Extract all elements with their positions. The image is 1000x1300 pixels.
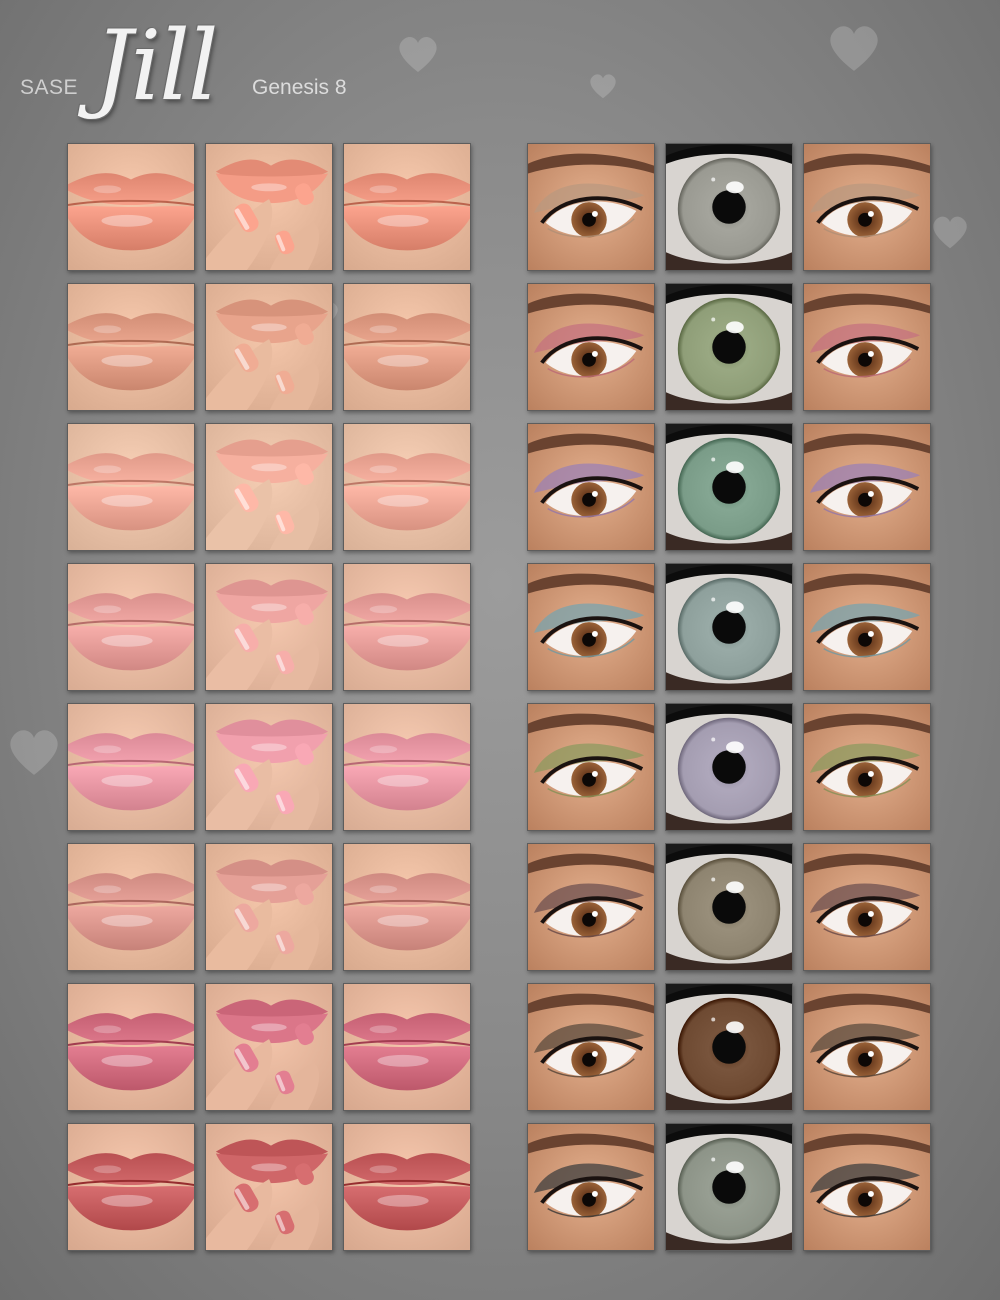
eye-makeup-swatch-tile (803, 703, 931, 831)
lip-nail-swatch-tile (205, 1123, 333, 1251)
lip-nail-swatch-tile (205, 423, 333, 551)
eye-swatch-grid (527, 143, 931, 1251)
lip-swatch-tile (343, 143, 471, 271)
lip-swatch-tile (343, 283, 471, 411)
lip-nail-swatch-tile (205, 143, 333, 271)
eye-makeup-swatch-tile (803, 423, 931, 551)
eye-makeup-swatch-tile (803, 1123, 931, 1251)
lip-swatch-tile (343, 423, 471, 551)
eye-makeup-swatch-tile (527, 143, 655, 271)
heart-icon (590, 74, 616, 99)
lip-swatch-tile (67, 283, 195, 411)
eye-makeup-swatch-tile (527, 983, 655, 1111)
iris-swatch-tile (665, 143, 793, 271)
eye-makeup-swatch-tile (527, 283, 655, 411)
lip-swatch-tile (67, 143, 195, 271)
lip-swatch-tile (343, 843, 471, 971)
heart-icon (933, 216, 967, 249)
iris-swatch-tile (665, 423, 793, 551)
heart-icon (830, 26, 878, 71)
lip-nail-swatch-tile (205, 703, 333, 831)
heart-icon (10, 730, 58, 775)
eye-makeup-swatch-tile (803, 983, 931, 1111)
iris-swatch-tile (665, 843, 793, 971)
lip-swatch-tile (343, 703, 471, 831)
lip-swatch-tile (67, 423, 195, 551)
lip-swatch-tile (343, 1123, 471, 1251)
eye-makeup-swatch-tile (803, 143, 931, 271)
eye-makeup-swatch-tile (527, 703, 655, 831)
lip-nail-swatch-tile (205, 283, 333, 411)
lip-swatch-tile (343, 563, 471, 691)
eye-makeup-swatch-tile (803, 563, 931, 691)
lip-swatch-tile (343, 983, 471, 1111)
product-title: SASE Jill Genesis 8 (20, 10, 540, 154)
iris-swatch-tile (665, 1123, 793, 1251)
eye-makeup-swatch-tile (527, 1123, 655, 1251)
eye-makeup-swatch-tile (527, 843, 655, 971)
product-name: Jill (94, 10, 219, 122)
lip-swatch-grid (67, 143, 471, 1251)
eye-makeup-swatch-tile (527, 563, 655, 691)
iris-swatch-tile (665, 703, 793, 831)
lip-swatch-tile (67, 563, 195, 691)
eye-makeup-swatch-tile (803, 283, 931, 411)
lip-swatch-tile (67, 1123, 195, 1251)
lip-swatch-tile (67, 703, 195, 831)
brand-label: SASE (20, 76, 79, 99)
iris-swatch-tile (665, 983, 793, 1111)
lip-nail-swatch-tile (205, 843, 333, 971)
lip-nail-swatch-tile (205, 983, 333, 1111)
lip-nail-swatch-tile (205, 563, 333, 691)
lip-swatch-tile (67, 983, 195, 1111)
eye-makeup-swatch-tile (527, 423, 655, 551)
iris-swatch-tile (665, 283, 793, 411)
eye-makeup-swatch-tile (803, 843, 931, 971)
iris-swatch-tile (665, 563, 793, 691)
product-subtitle: Genesis 8 (252, 76, 347, 99)
lip-swatch-tile (67, 843, 195, 971)
